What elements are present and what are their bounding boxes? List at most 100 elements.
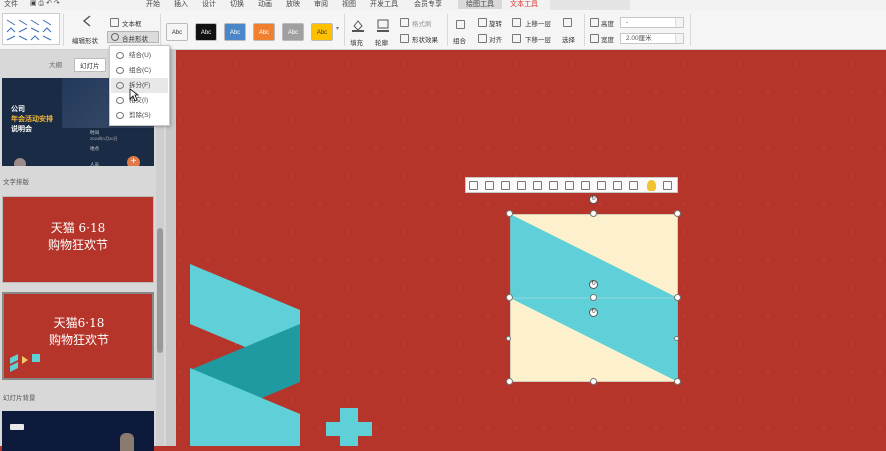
layer-icon[interactable]	[629, 181, 638, 190]
style-label: Abc	[229, 30, 241, 36]
resize-handle[interactable]	[590, 210, 597, 217]
ribbon-shape-decoration[interactable]	[188, 262, 388, 446]
shape-effects-icon	[400, 34, 409, 43]
fill-icon[interactable]	[351, 18, 365, 32]
shapes-gallery-icon	[6, 19, 52, 41]
shape-style-white[interactable]: Abc	[166, 23, 188, 41]
rotate-handle-icon[interactable]: ↻	[589, 308, 598, 317]
send-backward-button[interactable]: 下移一层	[525, 34, 551, 44]
tab-design[interactable]: 设计	[202, 0, 216, 9]
format-painter-icon	[400, 18, 409, 27]
group-button[interactable]: 组合	[453, 35, 466, 45]
group-icon[interactable]	[613, 181, 622, 190]
add-slide-icon[interactable]: +	[127, 156, 140, 166]
tab-developer[interactable]: 开发工具	[370, 0, 398, 9]
menu-item-subtract[interactable]: 剪除(S)	[111, 108, 168, 123]
width-stepper[interactable]: 2.00厘米	[620, 33, 684, 44]
align-top-icon[interactable]	[517, 181, 526, 190]
outline-icon[interactable]	[376, 18, 390, 32]
align-middle-icon[interactable]	[533, 181, 542, 190]
slide-thumbnail[interactable]: 天猫 6·18 购物狂欢节	[2, 196, 154, 283]
menu-item-union[interactable]: 结合(U)	[111, 48, 168, 63]
text-box-button[interactable]: 文本框	[122, 18, 142, 28]
edit-shape-icon[interactable]	[80, 14, 96, 28]
send-backward-icon	[512, 34, 521, 43]
menu-file[interactable]: 文件	[4, 0, 18, 9]
slide-text: 年会活动安排	[11, 116, 53, 123]
shape-style-gray[interactable]: Abc	[282, 23, 304, 41]
resize-handle[interactable]	[506, 378, 513, 385]
merge-shapes-button[interactable]: 合并形状	[107, 31, 159, 43]
align-bottom-icon[interactable]	[549, 181, 558, 190]
shape-style-gold[interactable]: Abc	[311, 23, 333, 41]
resize-handle[interactable]	[506, 336, 511, 341]
select-button[interactable]: 选择	[562, 34, 575, 44]
tab-review[interactable]: 审阅	[314, 0, 328, 9]
resize-handle[interactable]	[674, 210, 681, 217]
shape-style-black[interactable]: Abc	[195, 23, 217, 41]
shape-effects-button[interactable]: 形状效果	[412, 34, 438, 44]
slide-thumbnail[interactable]	[2, 411, 154, 451]
mouse-cursor-icon	[129, 88, 139, 102]
rotate-handle-icon[interactable]: ↻	[589, 280, 598, 289]
selection-pane-icon[interactable]	[563, 18, 572, 27]
tab-slideshow[interactable]: 放映	[286, 0, 300, 9]
play-icon[interactable]	[14, 158, 26, 166]
divider	[690, 14, 691, 46]
edit-shape-label[interactable]: 编辑形状	[72, 35, 98, 45]
shape-style-blue[interactable]: Abc	[224, 23, 246, 41]
tab-transitions[interactable]: 切换	[230, 0, 244, 9]
style-gallery-more-icon[interactable]: ▾	[336, 25, 339, 32]
resize-handle[interactable]	[674, 378, 681, 385]
resize-handle[interactable]	[506, 210, 513, 217]
tab-view[interactable]: 视图	[342, 0, 356, 9]
slide-title: 购物狂欢节	[47, 238, 108, 252]
menu-item-fragment[interactable]: 拆分(F)	[111, 78, 168, 93]
rotate-handle-icon[interactable]: ↻	[589, 195, 598, 204]
distribute-horizontal-icon[interactable]	[565, 181, 574, 190]
resize-handle[interactable]	[590, 378, 597, 385]
more-options-icon[interactable]	[663, 181, 672, 190]
bring-forward-button[interactable]: 上移一层	[525, 18, 551, 28]
resize-handle[interactable]	[506, 294, 513, 301]
align-left-icon[interactable]	[469, 181, 478, 190]
shape-style-orange[interactable]: Abc	[253, 23, 275, 41]
resize-handle[interactable]	[674, 336, 679, 341]
selected-shape[interactable]: ↻ ↻ ↻	[506, 195, 681, 385]
scrollbar-thumb[interactable]	[157, 228, 163, 353]
tab-slides[interactable]: 幻灯片	[74, 58, 106, 72]
align-button[interactable]: 对齐	[489, 34, 502, 44]
tab-drawing-tools[interactable]: 绘图工具	[458, 0, 502, 9]
resize-handle[interactable]	[590, 294, 597, 301]
tab-outline[interactable]: 大纲	[44, 58, 67, 70]
tab-animation[interactable]: 动画	[258, 0, 272, 9]
outline-button[interactable]: 轮廓	[375, 37, 388, 47]
tab-member[interactable]: 会员专享	[414, 0, 442, 9]
spacing-icon[interactable]	[597, 181, 606, 190]
shapes-gallery[interactable]	[2, 13, 60, 45]
format-painter-button[interactable]: 格式刷	[412, 18, 432, 28]
quick-access-icons[interactable]: ▣ ⎙ ↶ ↷	[30, 0, 60, 8]
slide-text: 2024年1月20日	[90, 136, 118, 141]
menu-item-combine[interactable]: 组合(C)	[111, 63, 168, 78]
height-stepper[interactable]: -	[620, 17, 684, 28]
menu-item-intersect[interactable]: 相交(I)	[111, 93, 168, 108]
rotate-button[interactable]: 旋转	[489, 18, 502, 28]
style-label: Abc	[200, 30, 212, 36]
stepper-arrows-icon[interactable]	[675, 34, 683, 43]
stepper-arrows-icon[interactable]	[675, 18, 683, 27]
slide-thumbnail-selected[interactable]: 天猫6·18 购物狂欢节	[2, 292, 154, 380]
resize-handle[interactable]	[674, 294, 681, 301]
align-right-icon[interactable]	[501, 181, 510, 190]
lightbulb-icon[interactable]	[647, 180, 656, 191]
align-center-icon[interactable]	[485, 181, 494, 190]
merge-shapes-label: 合并形状	[122, 36, 148, 43]
distribute-vertical-icon[interactable]	[581, 181, 590, 190]
fill-button[interactable]: 填充	[350, 37, 363, 47]
tab-home[interactable]: 开始	[146, 0, 160, 9]
tab-text-tools[interactable]: 文本工具	[510, 0, 538, 9]
merge-shapes-icon	[111, 33, 119, 41]
tab-insert[interactable]: 插入	[174, 0, 188, 9]
slide-text: 说明会	[11, 126, 32, 133]
style-label: Abc	[316, 30, 328, 36]
